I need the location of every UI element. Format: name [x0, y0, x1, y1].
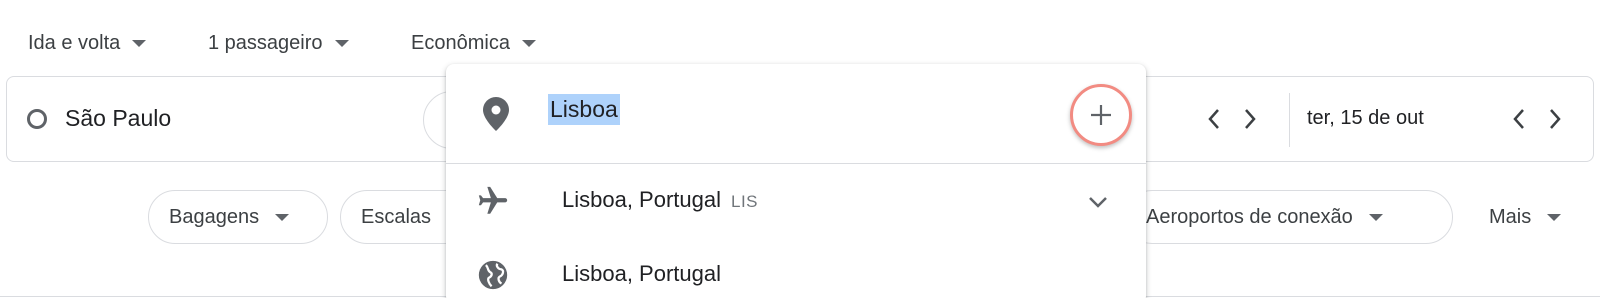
- chevron-left-icon: [1208, 109, 1219, 129]
- caret-down-icon: [275, 213, 290, 221]
- origin-value: São Paulo: [65, 105, 172, 131]
- location-pin-icon: [482, 96, 510, 137]
- cabin-class-label: Econômica: [411, 31, 510, 54]
- passengers-dropdown[interactable]: 1 passageiro: [208, 28, 349, 58]
- date-divider: [1289, 93, 1290, 147]
- more-filters-chip[interactable]: Mais: [1468, 190, 1592, 244]
- suggestion-item[interactable]: Lisboa, Portugal: [446, 242, 1146, 298]
- return-date-nav: [1512, 107, 1562, 131]
- cabin-class-dropdown[interactable]: Econômica: [411, 28, 536, 58]
- suggestion-label: Lisboa, Portugal: [562, 187, 721, 212]
- previous-return-date-button[interactable]: [1512, 107, 1526, 131]
- caret-down-icon: [1368, 213, 1383, 221]
- more-filters-label: Mais: [1489, 205, 1532, 228]
- expand-chevron-icon[interactable]: [1086, 190, 1110, 219]
- chevron-right-icon: [1245, 109, 1256, 129]
- suggestion-label: Lisboa, Portugal: [562, 261, 721, 286]
- previous-date-button[interactable]: [1207, 107, 1221, 131]
- origin-circle-icon: [27, 108, 47, 129]
- caret-down-icon: [132, 39, 147, 47]
- connecting-airports-filter-chip[interactable]: Aeroportos de conexão: [1125, 190, 1453, 244]
- chevron-right-icon: [1550, 109, 1561, 129]
- next-return-date-button[interactable]: [1548, 107, 1562, 131]
- airport-code: LIS: [731, 192, 759, 211]
- connecting-airports-filter-label: Aeroportos de conexão: [1146, 205, 1353, 228]
- caret-down-icon: [1547, 213, 1562, 221]
- caret-down-icon: [334, 39, 349, 47]
- airplane-icon: [476, 184, 510, 223]
- destination-input[interactable]: Lisboa: [548, 94, 620, 125]
- destination-input-row: Lisboa: [446, 64, 1146, 164]
- destination-dropdown: Lisboa Lisboa, Portugal LIS Lisboa, Port…: [446, 64, 1146, 298]
- caret-down-icon: [521, 39, 536, 47]
- return-date-field[interactable]: ter, 15 de out: [1307, 107, 1424, 130]
- passengers-label: 1 passageiro: [208, 31, 323, 54]
- bags-filter-label: Bagagens: [169, 205, 260, 228]
- globe-icon: [476, 258, 510, 297]
- next-date-button[interactable]: [1243, 107, 1257, 131]
- trip-type-dropdown[interactable]: Ida e volta: [28, 28, 147, 58]
- departure-date-nav: [1207, 107, 1257, 131]
- origin-field[interactable]: São Paulo: [27, 105, 171, 132]
- suggestion-item[interactable]: Lisboa, Portugal LIS: [446, 168, 1146, 234]
- add-destination-button[interactable]: [1070, 84, 1132, 146]
- plus-icon: [1091, 105, 1111, 125]
- trip-type-label: Ida e volta: [28, 31, 121, 54]
- stops-filter-label: Escalas: [361, 205, 432, 228]
- chevron-left-icon: [1513, 109, 1524, 129]
- bags-filter-chip[interactable]: Bagagens: [148, 190, 328, 244]
